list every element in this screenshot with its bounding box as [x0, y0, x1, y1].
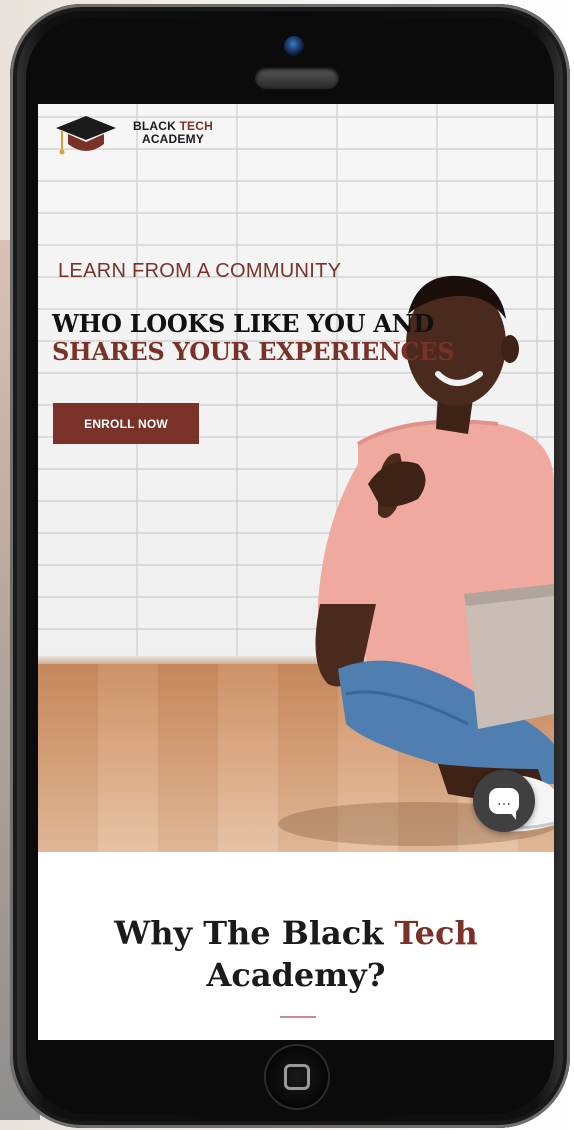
logo-word-academy: ACADEMY [141, 132, 205, 146]
hero-section: BLACK TECH ACADEMY LEARN FROM A COMMUNIT… [38, 104, 554, 852]
front-camera-icon [284, 36, 304, 56]
home-square-icon [284, 1064, 310, 1090]
home-button[interactable] [266, 1046, 328, 1108]
hero-tagline: LEARN FROM A COMMUNITY [58, 260, 342, 282]
brand-logo[interactable]: BLACK TECH ACADEMY [54, 114, 224, 158]
logo-word-black: BLACK [133, 119, 180, 133]
hero-headline: WHO LOOKS LIKE YOU AND SHARES YOUR EXPER… [52, 310, 522, 366]
brand-wordmark: BLACK TECH ACADEMY [118, 120, 228, 146]
why-title-part-2: Academy? [206, 956, 386, 994]
speaker-grille [255, 67, 339, 89]
why-title-accent: Tech [394, 914, 478, 952]
section-divider [280, 1016, 316, 1018]
why-section-title: Why The Black Tech Academy? [38, 912, 554, 996]
graduation-cap-icon [56, 116, 116, 155]
hero-headline-line-2: SHARES YOUR EXPERIENCES [52, 337, 455, 366]
phone-screen: BLACK TECH ACADEMY LEARN FROM A COMMUNIT… [38, 104, 554, 1040]
hero-headline-line-1: WHO LOOKS LIKE YOU AND [52, 309, 434, 338]
why-title-part-1: Why The Black [114, 914, 395, 952]
chat-bubble-icon: … [489, 788, 519, 820]
logo-word-tech: TECH [179, 119, 213, 133]
enroll-now-button[interactable]: ENROLL NOW [53, 403, 199, 444]
chat-launcher-button[interactable]: … [473, 770, 535, 832]
